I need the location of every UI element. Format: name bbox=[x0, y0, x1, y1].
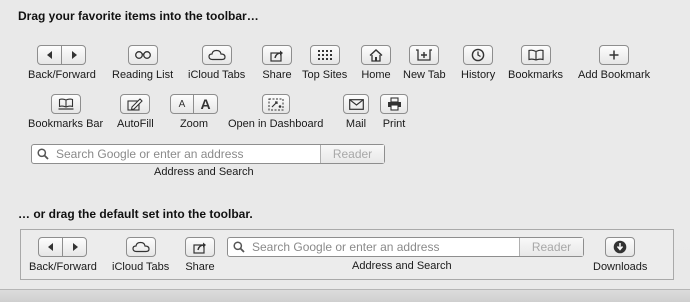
default-back-forward-control bbox=[38, 237, 88, 257]
history-label: History bbox=[461, 69, 496, 81]
back-forward-label: Back/Forward bbox=[28, 69, 96, 81]
mail-label: Mail bbox=[345, 118, 367, 130]
share-icon bbox=[185, 237, 215, 257]
printer-icon[interactable] bbox=[380, 94, 408, 114]
clock-icon[interactable] bbox=[463, 45, 494, 65]
default-address-and-search-field: Search Google or enter an address Reader bbox=[227, 237, 584, 257]
toolbar-item-share[interactable]: Share bbox=[262, 45, 292, 81]
default-item-downloads: Downloads bbox=[593, 237, 647, 273]
favorites-heading: Drag your favorite items into the toolba… bbox=[18, 9, 259, 23]
icloud-tabs-label: iCloud Tabs bbox=[188, 69, 246, 81]
toolbar-item-zoom[interactable]: A A Zoom bbox=[170, 94, 218, 130]
chevron-left-icon[interactable] bbox=[38, 46, 61, 64]
zoom-label: Zoom bbox=[179, 118, 209, 130]
address-and-search-label: Address and Search bbox=[154, 166, 254, 178]
new-tab-label: New Tab bbox=[403, 69, 446, 81]
share-label: Share bbox=[262, 69, 292, 81]
toolbar-item-icloud-tabs[interactable]: iCloud Tabs bbox=[188, 45, 245, 81]
dashboard-icon[interactable] bbox=[261, 94, 290, 114]
autofill-label: AutoFill bbox=[117, 118, 154, 130]
default-item-back-forward: Back/Forward bbox=[29, 237, 97, 273]
toolbar-item-bookmarks[interactable]: Bookmarks bbox=[508, 45, 563, 81]
pencil-icon[interactable] bbox=[120, 94, 151, 114]
toolbar-item-home[interactable]: Home bbox=[361, 45, 391, 81]
default-address-field: Search Google or enter an address bbox=[228, 238, 519, 256]
default-set-heading: … or drag the default set into the toolb… bbox=[18, 207, 253, 221]
address-field[interactable]: Search Google or enter an address bbox=[32, 145, 320, 163]
back-forward-control[interactable] bbox=[37, 45, 87, 65]
toolbar-item-back-forward[interactable]: Back/Forward bbox=[28, 45, 96, 81]
toolbar-item-history[interactable]: History bbox=[461, 45, 495, 81]
default-icloud-tabs-label: iCloud Tabs bbox=[112, 261, 170, 273]
default-share-label: Share bbox=[185, 261, 215, 273]
bookmarks-label: Bookmarks bbox=[508, 69, 564, 81]
default-downloads-label: Downloads bbox=[593, 261, 648, 273]
default-item-icloud-tabs: iCloud Tabs bbox=[112, 237, 169, 273]
toolbar-item-reading-list[interactable]: Reading List bbox=[112, 45, 173, 81]
search-icon bbox=[233, 241, 245, 253]
zoom-control[interactable]: A A bbox=[170, 94, 218, 114]
address-and-search-field[interactable]: Search Google or enter an address Reader bbox=[31, 144, 385, 164]
toolbar-item-open-in-dashboard[interactable]: Open in Dashboard bbox=[228, 94, 323, 130]
default-reader-button: Reader bbox=[519, 238, 583, 256]
toolbar-item-new-tab[interactable]: New Tab bbox=[403, 45, 446, 81]
open-in-dashboard-label: Open in Dashboard bbox=[228, 118, 324, 130]
zoom-in-button[interactable]: A bbox=[193, 95, 217, 113]
sheet-bottom-edge bbox=[0, 289, 690, 302]
toolbar-item-autofill[interactable]: AutoFill bbox=[117, 94, 154, 130]
default-toolbar-set[interactable]: Back/Forward iCloud Tabs Share Search Go… bbox=[20, 229, 674, 280]
download-icon bbox=[605, 237, 636, 257]
address-placeholder: Search Google or enter an address bbox=[56, 147, 244, 161]
bookmarks-bar-label: Bookmarks Bar bbox=[28, 118, 104, 130]
toolbar-item-top-sites[interactable]: Top Sites bbox=[302, 45, 347, 81]
default-address-placeholder: Search Google or enter an address bbox=[252, 240, 440, 254]
reader-button[interactable]: Reader bbox=[320, 145, 384, 163]
envelope-icon[interactable] bbox=[343, 94, 369, 114]
toolbar-item-print[interactable]: Print bbox=[380, 94, 408, 130]
chevron-right-icon[interactable] bbox=[61, 46, 85, 64]
chevron-right-icon bbox=[62, 238, 86, 256]
default-item-share: Share bbox=[185, 237, 215, 273]
bookmarks-bar-icon[interactable] bbox=[50, 94, 81, 114]
glasses-icon[interactable] bbox=[127, 45, 158, 65]
toolbar-item-mail[interactable]: Mail bbox=[343, 94, 369, 130]
cloud-icon bbox=[125, 237, 156, 257]
default-back-forward-label: Back/Forward bbox=[29, 261, 97, 273]
house-icon[interactable] bbox=[361, 45, 391, 65]
share-icon[interactable] bbox=[262, 45, 292, 65]
customize-toolbar-sheet: Drag your favorite items into the toolba… bbox=[0, 0, 690, 301]
cloud-icon[interactable] bbox=[201, 45, 232, 65]
zoom-out-button[interactable]: A bbox=[171, 95, 193, 113]
search-icon bbox=[37, 148, 49, 160]
add-bookmark-label: Add Bookmark bbox=[578, 69, 651, 81]
home-label: Home bbox=[361, 69, 391, 81]
toolbar-item-bookmarks-bar[interactable]: Bookmarks Bar bbox=[28, 94, 103, 130]
book-icon[interactable] bbox=[520, 45, 551, 65]
chevron-left-icon bbox=[39, 238, 62, 256]
default-address-and-search-label: Address and Search bbox=[352, 260, 452, 272]
plus-icon[interactable] bbox=[599, 45, 630, 65]
toolbar-item-add-bookmark[interactable]: Add Bookmark bbox=[578, 45, 650, 81]
grid-icon[interactable] bbox=[309, 45, 340, 65]
print-label: Print bbox=[382, 118, 406, 130]
new-tab-icon[interactable] bbox=[409, 45, 440, 65]
reading-list-label: Reading List bbox=[112, 69, 174, 81]
top-sites-label: Top Sites bbox=[302, 69, 348, 81]
